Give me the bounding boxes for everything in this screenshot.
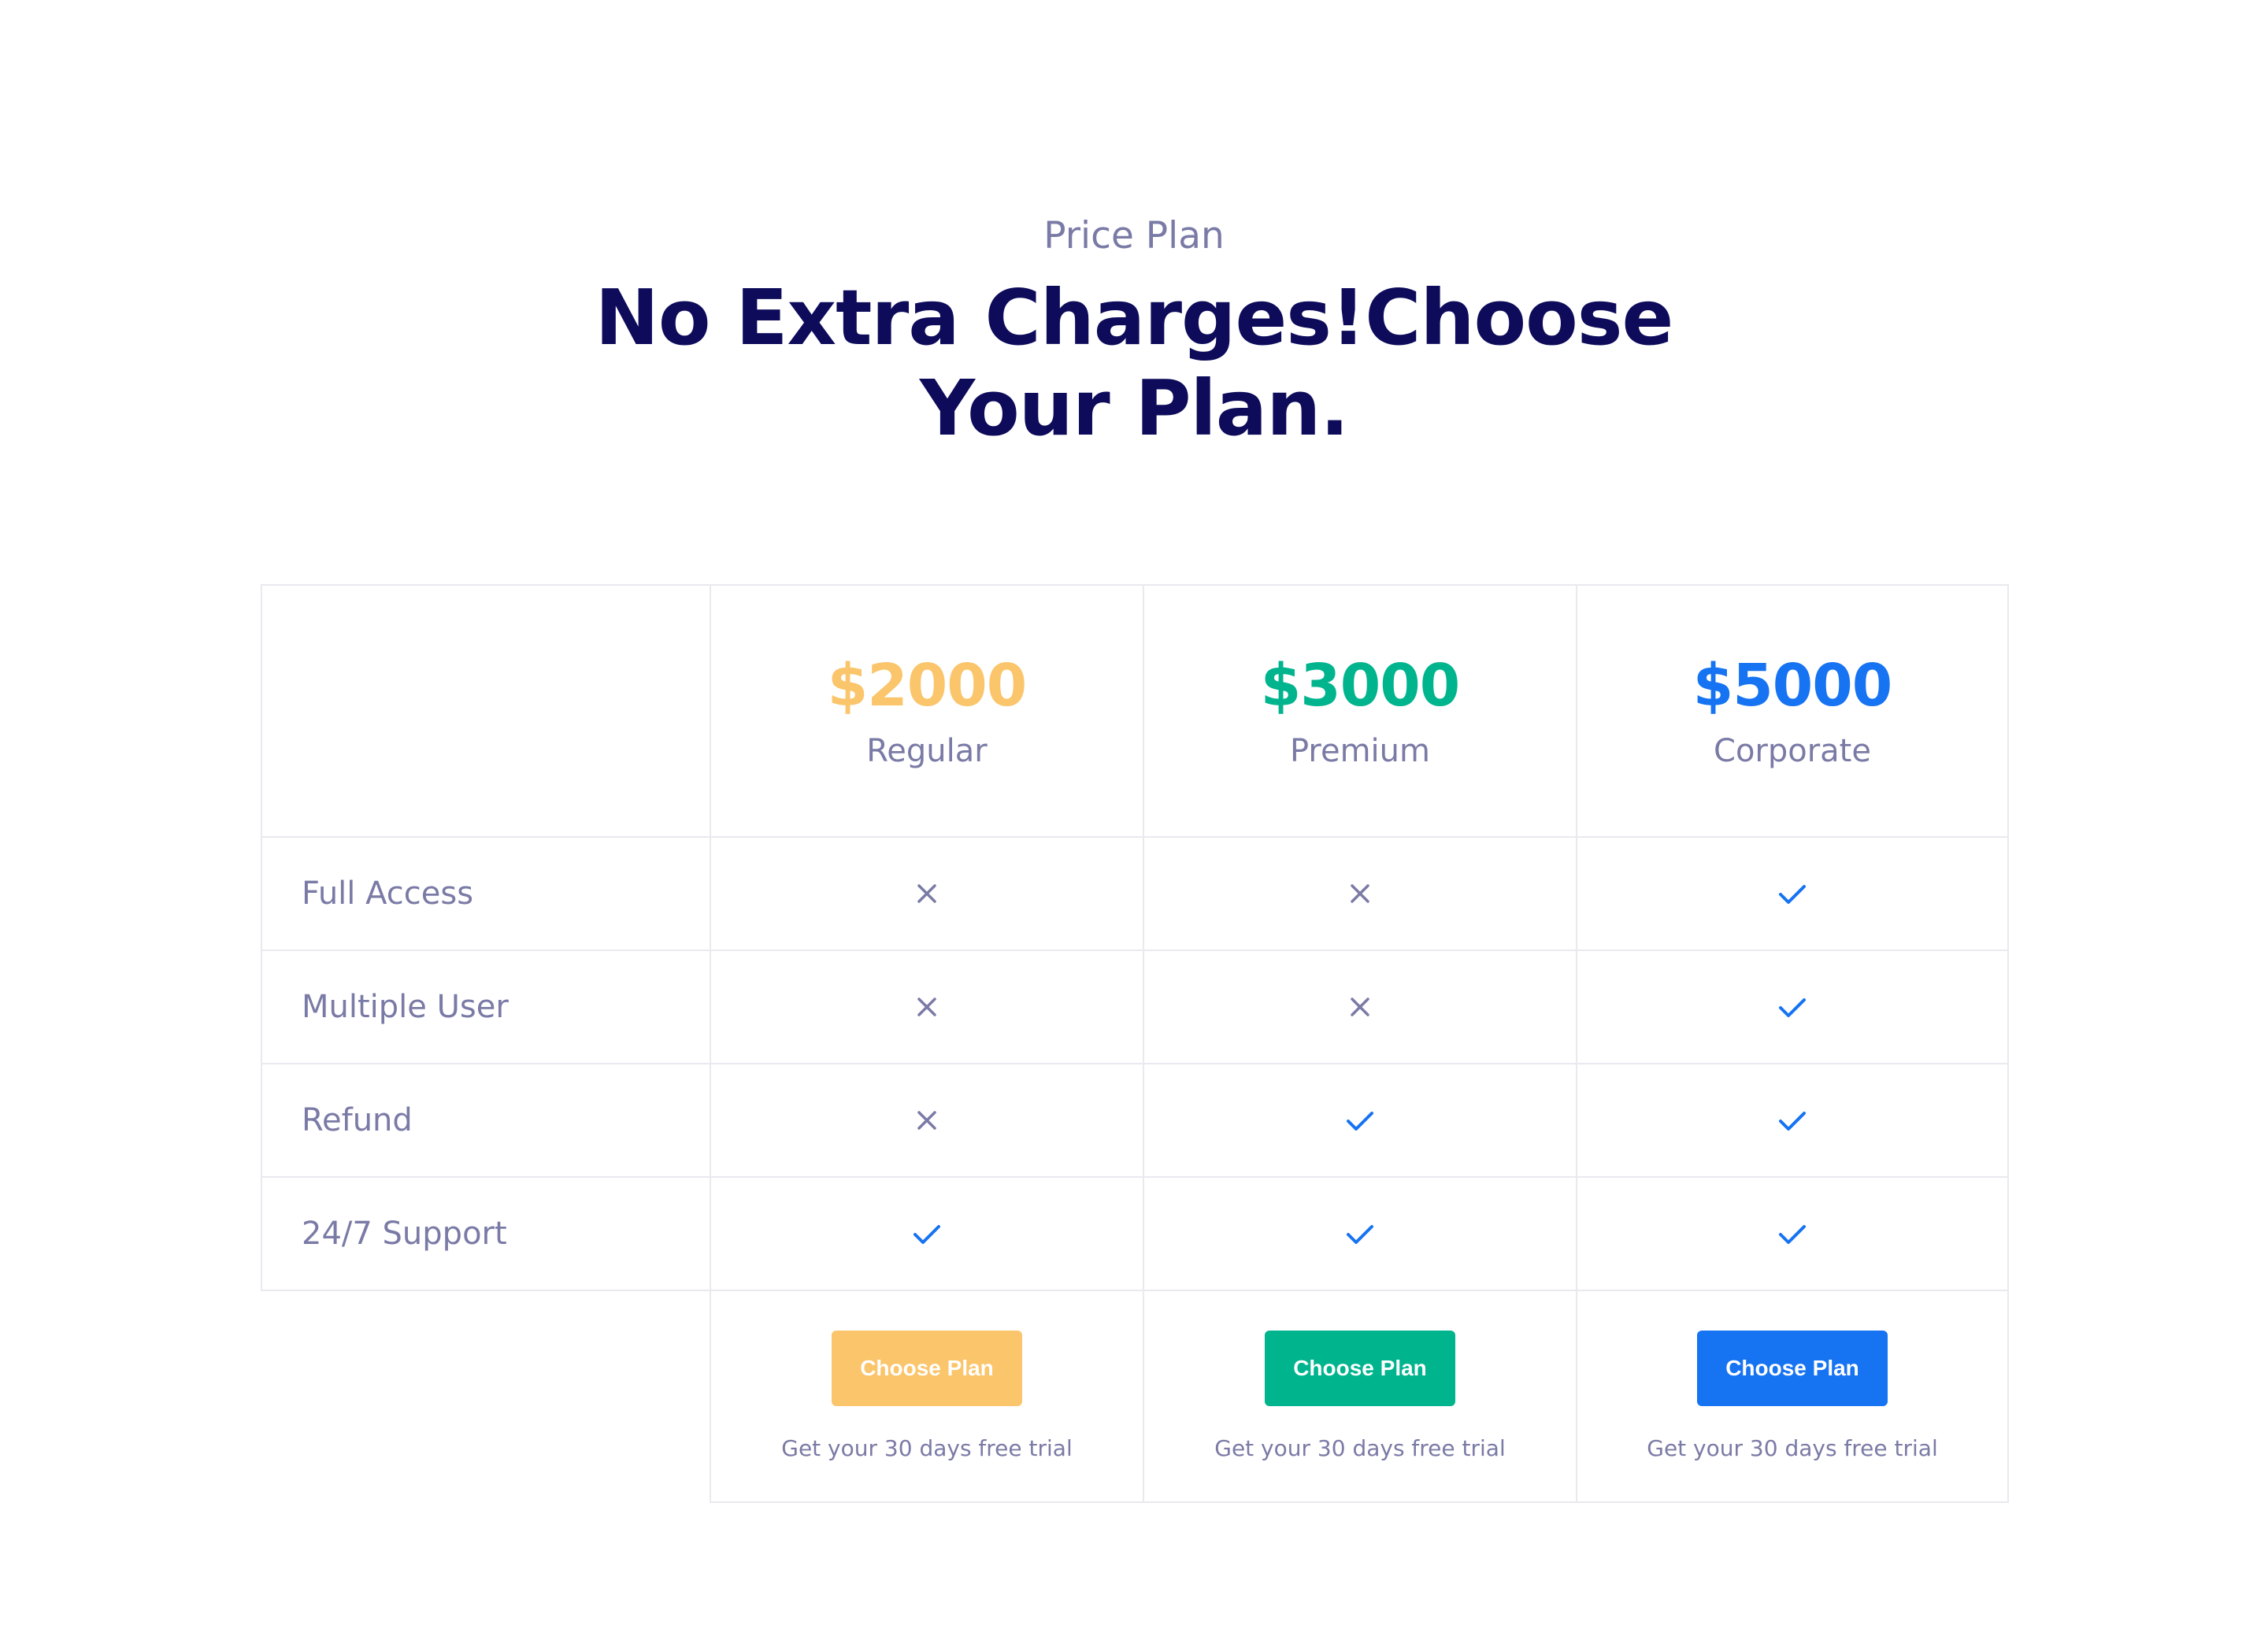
choose-plan-button-corporate[interactable]: Choose Plan <box>1697 1331 1888 1406</box>
feature-cell <box>1143 1176 1576 1290</box>
plan-price: $3000 <box>1260 652 1460 720</box>
pricing-table: $2000 Regular $3000 Premium $5000 Corpor… <box>261 584 2009 1503</box>
check-icon <box>911 1218 943 1249</box>
feature-row-label: 24/7 Support <box>261 1176 710 1291</box>
check-icon <box>1344 1105 1376 1136</box>
feature-cell <box>1143 836 1576 949</box>
section-title: No Extra Charges!Choose Your Plan. <box>0 272 2268 453</box>
feature-cell <box>710 949 1143 1063</box>
free-trial-text: Get your 30 days free trial <box>781 1435 1073 1461</box>
feature-cell <box>1576 1063 2009 1176</box>
check-icon <box>1777 991 1808 1023</box>
check-icon <box>1777 1218 1808 1249</box>
section-eyebrow: Price Plan <box>1043 214 1225 257</box>
plan-price: $2000 <box>827 652 1027 720</box>
plan-header-corporate: $5000 Corporate <box>1576 584 2009 836</box>
cross-icon <box>1344 991 1376 1023</box>
free-trial-text: Get your 30 days free trial <box>1647 1435 1938 1461</box>
cross-icon <box>911 1105 943 1136</box>
plan-header-premium: $3000 Premium <box>1143 584 1576 836</box>
feature-cell <box>1576 836 2009 949</box>
section-title-line-2: Your Plan. <box>919 364 1349 453</box>
plan-name: Regular <box>866 733 988 769</box>
feature-cell <box>710 1063 1143 1176</box>
check-icon <box>1344 1218 1376 1249</box>
section-title-line-1: No Extra Charges!Choose <box>595 273 1674 362</box>
feature-label: Multiple User <box>302 989 509 1025</box>
plan-name: Premium <box>1290 733 1430 769</box>
plan-price: $5000 <box>1692 652 1892 720</box>
feature-cell <box>1143 1063 1576 1176</box>
feature-cell <box>710 836 1143 949</box>
check-icon <box>1777 1105 1808 1136</box>
plan-name: Corporate <box>1714 733 1871 769</box>
feature-cell <box>1576 1176 2009 1290</box>
feature-label: Refund <box>302 1102 413 1138</box>
free-trial-text: Get your 30 days free trial <box>1214 1435 1506 1461</box>
feature-row-label: Multiple User <box>261 949 710 1063</box>
feature-label: Full Access <box>302 875 474 912</box>
feature-cell <box>710 1176 1143 1290</box>
plan-action-cell: Choose Plan Get your 30 days free trial <box>710 1290 1143 1503</box>
feature-cell <box>1576 949 2009 1063</box>
check-icon <box>1777 878 1808 909</box>
plan-header-regular: $2000 Regular <box>710 584 1143 836</box>
feature-cell <box>1143 949 1576 1063</box>
plan-action-cell: Choose Plan Get your 30 days free trial <box>1143 1290 1576 1503</box>
feature-label: 24/7 Support <box>302 1216 507 1252</box>
cross-icon <box>911 878 943 909</box>
feature-row-label: Full Access <box>261 836 710 949</box>
cross-icon <box>911 991 943 1023</box>
cross-icon <box>1344 878 1376 909</box>
header-empty-cell <box>261 584 710 836</box>
plan-action-cell: Choose Plan Get your 30 days free trial <box>1576 1290 2009 1503</box>
feature-row-label: Refund <box>261 1063 710 1176</box>
choose-plan-button-regular[interactable]: Choose Plan <box>832 1331 1022 1406</box>
choose-plan-button-premium[interactable]: Choose Plan <box>1265 1331 1455 1406</box>
